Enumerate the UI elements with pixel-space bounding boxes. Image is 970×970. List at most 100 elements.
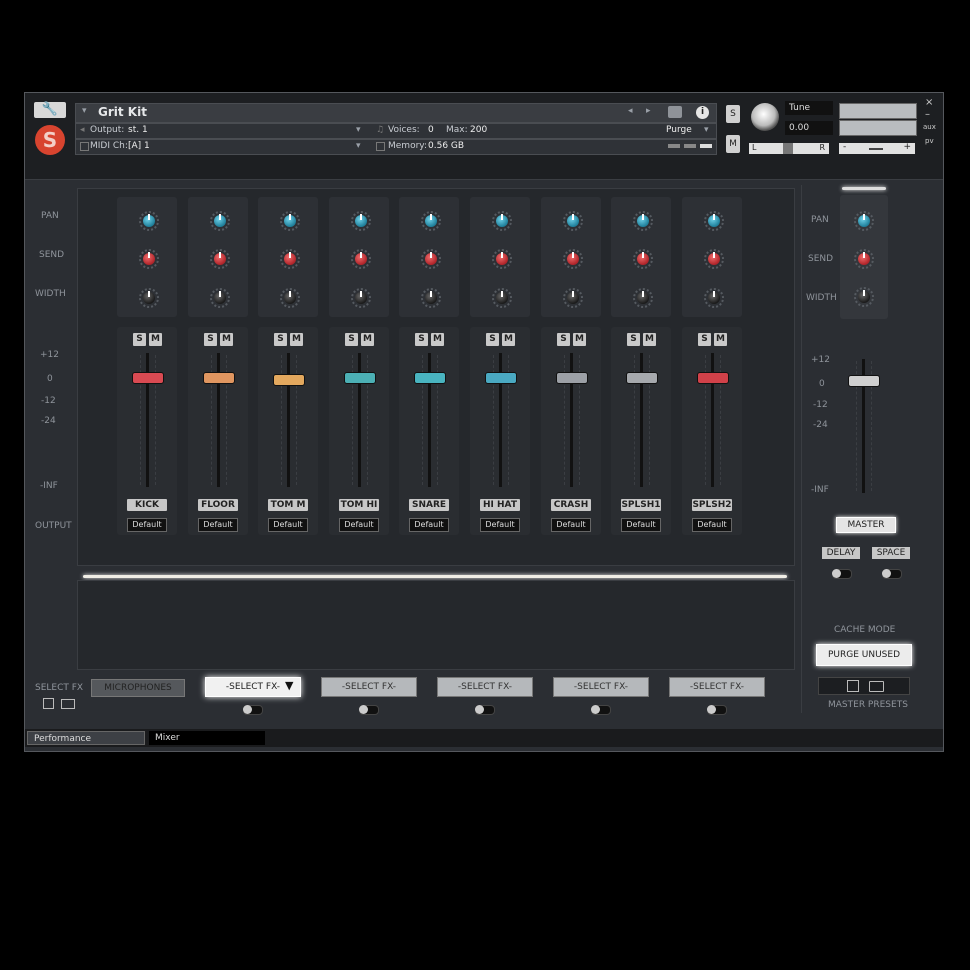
purge-dropdown[interactable]: Purge	[666, 125, 692, 135]
purge-unused-button[interactable]: PURGE UNUSED	[816, 644, 912, 666]
channel-fader-cap[interactable]	[485, 372, 517, 384]
channel-output-select[interactable]: Default	[409, 518, 449, 532]
channel-output-select[interactable]: Default	[692, 518, 732, 532]
microphones-button[interactable]: MICROPHONES	[91, 679, 185, 697]
purge-dropdown-icon[interactable]: ▾	[704, 125, 709, 135]
fx-slot-toggle[interactable]	[243, 705, 263, 715]
width-knob[interactable]	[280, 288, 300, 308]
pan-knob[interactable]	[280, 211, 300, 231]
send-knob[interactable]	[492, 249, 512, 269]
mute-button[interactable]: M	[726, 135, 740, 153]
channel-name-button[interactable]: SPLSH1	[621, 499, 661, 511]
send-knob[interactable]	[280, 249, 300, 269]
fx-slot-toggle[interactable]	[475, 705, 495, 715]
channel-name-button[interactable]: KICK	[127, 499, 167, 511]
tune-value[interactable]: 0.00	[785, 121, 833, 135]
midi-dropdown-icon[interactable]: ▾	[356, 141, 361, 151]
channel-name-button[interactable]: CRASH	[551, 499, 591, 511]
open-preset-folder-icon[interactable]	[869, 681, 884, 692]
channel-mute-button[interactable]: M	[361, 333, 374, 346]
channel-fader-cap[interactable]	[344, 372, 376, 384]
channel-solo-button[interactable]: S	[557, 333, 570, 346]
channel-output-select[interactable]: Default	[621, 518, 661, 532]
fx-dropdown-icon[interactable]: ▼	[285, 679, 293, 692]
send-knob[interactable]	[633, 249, 653, 269]
master-pan-knob[interactable]	[854, 211, 874, 231]
channel-solo-button[interactable]: S	[627, 333, 640, 346]
fx-slot-select[interactable]: -SELECT FX-	[669, 677, 765, 697]
aux-label[interactable]: aux	[923, 123, 936, 131]
open-fx-folder-icon[interactable]	[61, 699, 75, 709]
channel-name-button[interactable]: TOM HI	[339, 499, 379, 511]
channel-solo-button[interactable]: S	[204, 333, 217, 346]
channel-name-button[interactable]: SNARE	[409, 499, 449, 511]
channel-mute-button[interactable]: M	[502, 333, 515, 346]
fx-slot-toggle[interactable]	[707, 705, 727, 715]
pan-knob[interactable]	[351, 211, 371, 231]
send-knob[interactable]	[139, 249, 159, 269]
channel-solo-button[interactable]: S	[486, 333, 499, 346]
delay-toggle[interactable]	[832, 569, 852, 579]
pan-knob[interactable]	[210, 211, 230, 231]
pan-knob[interactable]	[563, 211, 583, 231]
channel-mute-button[interactable]: M	[290, 333, 303, 346]
solo-button[interactable]: S	[726, 105, 740, 123]
channel-fader-cap[interactable]	[697, 372, 729, 384]
close-icon[interactable]: ×	[925, 97, 933, 108]
channel-fader-cap[interactable]	[203, 372, 235, 384]
volume-slider-handle[interactable]	[869, 148, 883, 150]
volume-plus[interactable]: +	[903, 142, 911, 152]
width-knob[interactable]	[633, 288, 653, 308]
pan-slider-handle[interactable]	[783, 143, 793, 154]
midi-channel-value[interactable]: [A] 1	[128, 141, 150, 151]
channel-output-select[interactable]: Default	[480, 518, 520, 532]
channel-fader-cap[interactable]	[132, 372, 164, 384]
space-toggle[interactable]	[882, 569, 902, 579]
next-arrow-icon[interactable]: ▸	[646, 106, 651, 116]
fx-slot-select[interactable]: -SELECT FX-	[553, 677, 649, 697]
channel-mute-button[interactable]: M	[431, 333, 444, 346]
send-knob[interactable]	[563, 249, 583, 269]
channel-output-select[interactable]: Default	[268, 518, 308, 532]
prev-arrow-icon[interactable]: ◂	[628, 106, 633, 116]
channel-name-button[interactable]: TOM M	[268, 499, 308, 511]
info-icon[interactable]: i	[696, 106, 709, 119]
master-width-knob[interactable]	[854, 287, 874, 307]
width-knob[interactable]	[492, 288, 512, 308]
width-knob[interactable]	[210, 288, 230, 308]
channel-solo-button[interactable]: S	[415, 333, 428, 346]
channel-solo-button[interactable]: S	[274, 333, 287, 346]
send-knob[interactable]	[351, 249, 371, 269]
send-knob[interactable]	[704, 249, 724, 269]
output-value[interactable]: st. 1	[128, 125, 148, 135]
width-knob[interactable]	[421, 288, 441, 308]
fx-slot-toggle[interactable]	[591, 705, 611, 715]
channel-output-select[interactable]: Default	[339, 518, 379, 532]
master-fader-cap[interactable]	[848, 375, 880, 387]
pan-knob[interactable]	[139, 211, 159, 231]
save-preset-icon[interactable]	[847, 680, 859, 692]
pan-knob[interactable]	[492, 211, 512, 231]
channel-name-button[interactable]: SPLSH2	[692, 499, 732, 511]
fx-slot-select[interactable]: -SELECT FX-	[321, 677, 417, 697]
send-knob[interactable]	[421, 249, 441, 269]
channel-solo-button[interactable]: S	[698, 333, 711, 346]
channel-mute-button[interactable]: M	[714, 333, 727, 346]
channel-output-select[interactable]: Default	[551, 518, 591, 532]
output-dropdown-icon[interactable]: ▾	[356, 125, 361, 135]
channel-fader-cap[interactable]	[273, 374, 305, 386]
channel-name-button[interactable]: FLOOR	[198, 499, 238, 511]
send-knob[interactable]	[210, 249, 230, 269]
channel-output-select[interactable]: Default	[127, 518, 167, 532]
channel-mute-button[interactable]: M	[149, 333, 162, 346]
width-knob[interactable]	[351, 288, 371, 308]
channel-fader-cap[interactable]	[414, 372, 446, 384]
save-fx-icon[interactable]	[43, 698, 54, 709]
channel-fader-cap[interactable]	[556, 372, 588, 384]
channel-mute-button[interactable]: M	[220, 333, 233, 346]
tune-knob[interactable]	[751, 103, 779, 131]
fx-slot-select[interactable]: -SELECT FX-	[437, 677, 533, 697]
minimize-icon[interactable]: –	[925, 109, 930, 120]
tab-mixer[interactable]: Mixer	[149, 731, 265, 745]
space-button[interactable]: SPACE	[872, 547, 910, 559]
